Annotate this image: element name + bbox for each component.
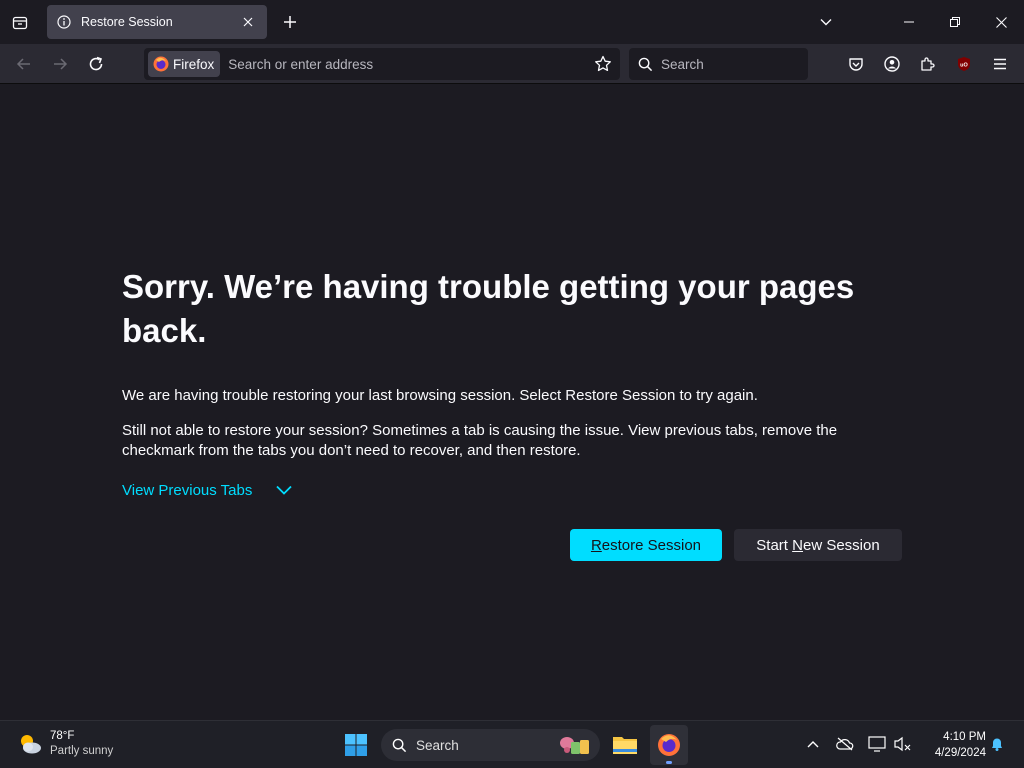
url-input[interactable]: Search or enter address	[228, 57, 590, 72]
app-menu-button[interactable]	[986, 50, 1014, 78]
tab-strip: Restore Session	[0, 0, 1024, 44]
view-previous-tabs-label: View Previous Tabs	[122, 481, 253, 499]
arrow-left-icon	[16, 58, 30, 70]
cloud-off-icon	[836, 737, 854, 751]
reload-icon	[89, 56, 103, 71]
folder-icon	[613, 737, 637, 754]
speaker-muted-icon	[894, 736, 911, 752]
clock[interactable]: 4:10 PM 4/29/2024	[920, 729, 986, 761]
tab-close-button[interactable]	[239, 13, 257, 31]
display-tray-icon[interactable]	[866, 733, 888, 755]
search-icon	[392, 738, 407, 752]
restore-label-rest: estore Session	[601, 536, 702, 554]
weather-widget[interactable]: 78°F Partly sunny	[16, 729, 113, 759]
page-title: Sorry. We’re having trouble getting your…	[122, 268, 855, 349]
restore-window-icon	[950, 17, 960, 27]
onedrive-tray-icon[interactable]	[834, 733, 856, 755]
forward-button[interactable]	[46, 50, 74, 78]
navigation-toolbar: Firefox Search or enter address Search u…	[0, 44, 1024, 84]
partly-sunny-icon	[21, 735, 41, 754]
weather-condition: Partly sunny	[50, 745, 114, 757]
clock-time: 4:10 PM	[943, 731, 986, 743]
running-indicator	[666, 761, 672, 764]
start-new-session-button[interactable]: Start New Session	[734, 529, 902, 561]
firefox-view-icon	[12, 16, 28, 30]
firefox-logo-icon	[658, 734, 680, 756]
minimize-button[interactable]	[886, 0, 932, 44]
restore-window-button[interactable]	[932, 0, 978, 44]
restore-session-page: Sorry. We’re having trouble getting your…	[0, 85, 1024, 720]
description-paragraph: We are having trouble restoring your las…	[122, 387, 758, 404]
view-previous-tabs-toggle[interactable]: View Previous Tabs	[122, 481, 294, 499]
arrow-right-icon	[54, 58, 68, 70]
chevron-down-icon	[276, 481, 294, 499]
notifications-button[interactable]	[986, 733, 1008, 755]
search-bar[interactable]: Search	[629, 48, 808, 80]
search-highlight-icon	[560, 737, 589, 754]
monitor-icon	[868, 736, 886, 752]
tab-title: Restore Session	[81, 15, 173, 29]
reload-button[interactable]	[82, 50, 110, 78]
search-icon	[638, 57, 653, 71]
chevron-down-icon	[820, 19, 832, 26]
restore-accesskey: R	[590, 536, 602, 554]
search-input[interactable]: Search	[661, 57, 704, 72]
taskbar: 78°F Partly sunny Search 4:10 PM 4/29/20…	[0, 720, 1024, 768]
puzzle-icon	[921, 57, 935, 71]
address-bar[interactable]: Firefox Search or enter address	[144, 48, 620, 80]
new-session-accesskey: N	[792, 536, 803, 554]
account-button[interactable]	[878, 50, 906, 78]
show-hidden-icons-button[interactable]	[802, 733, 824, 755]
identity-box[interactable]: Firefox	[148, 51, 221, 77]
file-explorer-app[interactable]	[606, 725, 644, 765]
back-button[interactable]	[10, 50, 38, 78]
start-button[interactable]	[340, 729, 372, 761]
close-window-button[interactable]	[978, 0, 1024, 44]
help-paragraph: Still not able to restore your session? …	[122, 422, 838, 459]
svg-text:uO: uO	[960, 63, 968, 69]
new-session-label-before: Start	[756, 536, 793, 554]
close-icon	[995, 16, 1007, 28]
firefox-view-button[interactable]	[6, 9, 34, 37]
tab-restore-session[interactable]: Restore Session	[47, 5, 267, 39]
weather-temperature: 78°F	[50, 730, 75, 742]
bookmark-star-button[interactable]	[590, 51, 616, 77]
plus-icon	[284, 16, 296, 28]
hamburger-menu-icon	[994, 58, 1006, 70]
taskbar-search-label: Search	[416, 737, 459, 753]
windows-logo-icon	[345, 734, 367, 756]
ublock-origin-icon: uO	[958, 57, 970, 71]
ublock-origin-button[interactable]: uO	[950, 50, 978, 78]
pocket-button[interactable]	[842, 50, 870, 78]
new-tab-button[interactable]	[278, 10, 302, 34]
list-all-tabs-button[interactable]	[814, 10, 838, 34]
star-icon	[595, 55, 611, 72]
new-session-label-after: ew Session	[802, 536, 880, 554]
close-icon	[243, 17, 253, 27]
taskbar-search[interactable]: Search	[381, 729, 600, 761]
info-icon	[57, 14, 73, 30]
pocket-icon	[849, 58, 863, 71]
extensions-button[interactable]	[914, 50, 942, 78]
account-icon	[884, 56, 900, 72]
identity-label: Firefox	[173, 56, 215, 72]
chevron-up-icon	[807, 741, 819, 748]
volume-tray-icon[interactable]	[892, 733, 914, 755]
clock-date: 4/29/2024	[934, 747, 986, 759]
bell-icon	[992, 738, 1002, 751]
minimize-icon	[904, 21, 914, 23]
firefox-logo-icon	[153, 56, 169, 72]
restore-session-button[interactable]: Restore Session	[570, 529, 722, 561]
firefox-app[interactable]	[650, 725, 688, 765]
